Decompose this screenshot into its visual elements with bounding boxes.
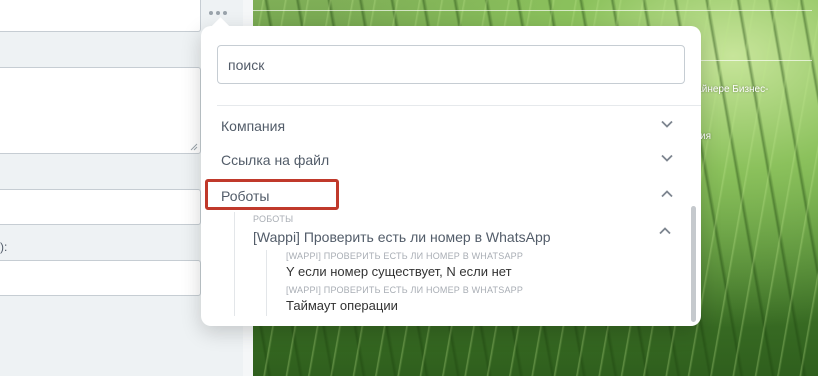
background-divider (253, 10, 812, 11)
list-item[interactable]: Y если номер существует, N если нет (286, 264, 512, 279)
group-caption: РОБОТЫ (253, 214, 294, 224)
section-label: Ссылка на файл (221, 152, 330, 168)
chevron-down-icon[interactable] (661, 152, 673, 164)
tree-line (234, 212, 235, 316)
field-selector-popup: Компания Ссылка на файл Роботы РОБОТЫ [W… (201, 17, 701, 326)
chevron-up-icon[interactable] (659, 224, 671, 236)
chevron-up-icon[interactable] (661, 188, 673, 200)
list-item[interactable]: Таймаут операции (286, 298, 398, 313)
form-field-middle[interactable] (0, 189, 201, 225)
tree-line (266, 250, 267, 316)
popup-divider (217, 105, 701, 106)
chevron-down-icon[interactable] (661, 118, 673, 130)
item-caption: [WAPPI] ПРОВЕРИТЬ ЕСТЬ ЛИ НОМЕР В WHATSA… (286, 285, 524, 295)
form-field-label: ): (0, 240, 8, 254)
background-divider (686, 60, 812, 61)
form-field-bottom[interactable] (0, 260, 201, 296)
section-label: Компания (221, 118, 286, 134)
robots-group: РОБОТЫ [Wappi] Проверить есть ли номер в… (234, 212, 674, 322)
section-file-link[interactable]: Ссылка на файл (221, 146, 681, 174)
form-field-top[interactable] (0, 0, 201, 32)
resize-handle-icon[interactable] (190, 143, 198, 151)
form-textarea[interactable] (0, 67, 201, 154)
section-robots[interactable]: Роботы (205, 179, 681, 210)
item-caption: [WAPPI] ПРОВЕРИТЬ ЕСТЬ ЛИ НОМЕР В WHATSA… (286, 251, 524, 261)
robot-title[interactable]: [Wappi] Проверить есть ли номер в WhatsA… (253, 229, 551, 245)
scrollbar[interactable] (691, 206, 696, 322)
search-input[interactable] (217, 45, 685, 84)
section-company[interactable]: Компания (221, 112, 681, 140)
section-label: Роботы (221, 188, 270, 204)
background-text: ия (700, 131, 712, 142)
